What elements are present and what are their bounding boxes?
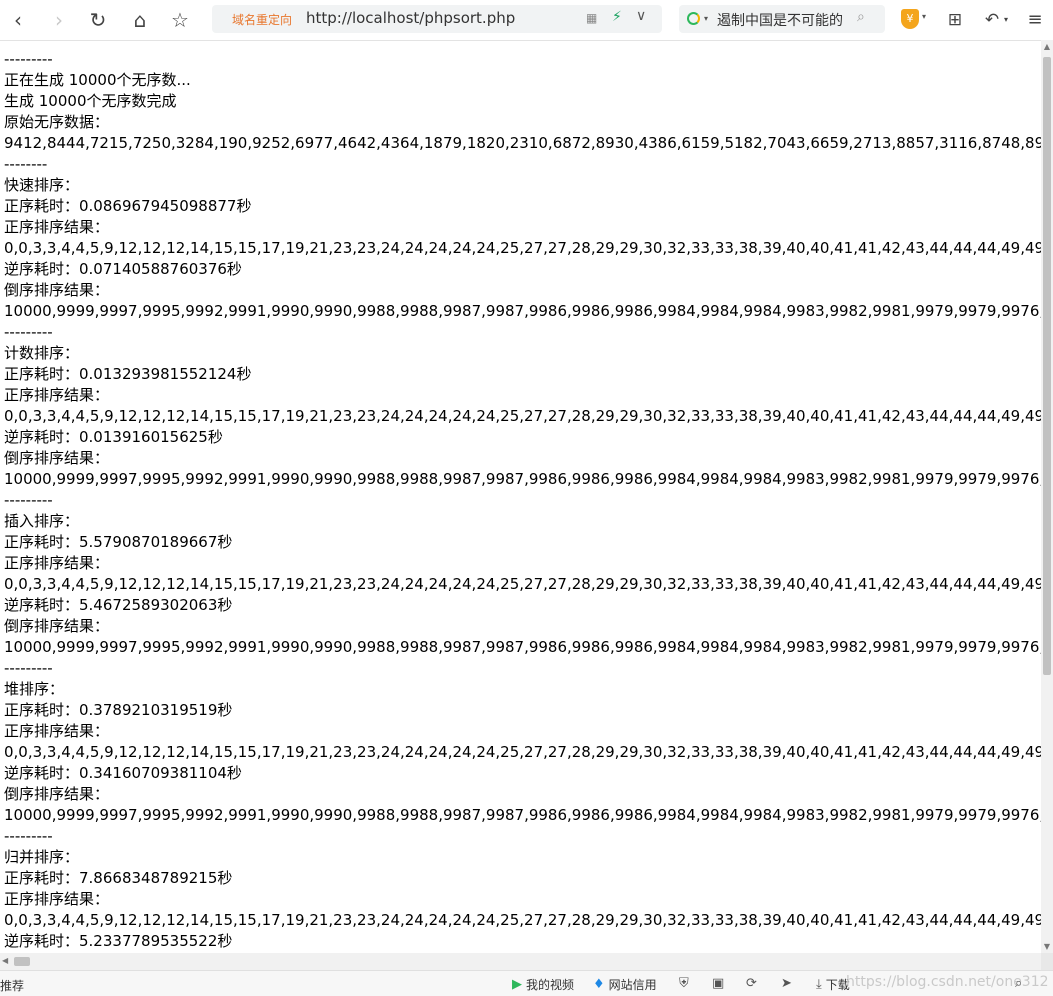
download-icon: ⤓: [816, 977, 822, 992]
magnifier-icon: ⌕: [1015, 976, 1023, 991]
search-input[interactable]: 遏制中国是不可能的: [717, 10, 843, 30]
forward-icon[interactable]: ›: [47, 8, 71, 32]
output-line: 正序排序结果：: [4, 386, 110, 404]
shield-button[interactable]: ⛨: [679, 976, 689, 991]
output-line: 正序耗时：5.5790870189667秒: [4, 533, 233, 551]
my-video-label: 我的视频: [526, 978, 575, 992]
output-line: 正序耗时：7.8668348789215秒: [4, 869, 233, 887]
sync-button[interactable]: ⟳: [746, 976, 757, 991]
output-line: 正序耗时：0.086967945098877秒: [4, 197, 252, 215]
address-bar[interactable]: 域名重定向 http://localhost/phpsort.php ▦ ⚡ ∨: [212, 5, 662, 33]
output-line: 倒序排序结果：: [4, 449, 110, 467]
output-line: 插入排序：: [4, 512, 80, 530]
image-icon: ▣: [712, 976, 725, 991]
search-icon[interactable]: ⌕: [857, 9, 865, 25]
wallet-icon[interactable]: ¥: [901, 9, 919, 29]
water-drop-icon: ♦: [593, 977, 605, 992]
site-credit-button[interactable]: ♦ 网站信用: [593, 976, 657, 993]
video-icon: ▶: [512, 977, 522, 992]
output-line: 0,0,3,3,4,4,5,9,12,12,12,14,15,15,17,19,…: [4, 911, 1041, 929]
reload-icon[interactable]: ↻: [86, 8, 110, 32]
scrollbar-corner: [1041, 953, 1053, 970]
output-line: ---------: [4, 50, 53, 68]
chevron-down-icon[interactable]: ∨: [636, 8, 646, 24]
zoom-button[interactable]: ⌕: [1015, 976, 1022, 991]
output-line: 正序排序结果：: [4, 218, 110, 236]
back-icon[interactable]: ‹: [6, 8, 30, 32]
wallet-dropdown-icon[interactable]: ▾: [922, 12, 926, 21]
page-content: --------- 正在生成 10000个无序数... 生成 10000个无序数完成…: [4, 49, 1041, 952]
menu-icon[interactable]: ≡: [1023, 8, 1047, 32]
rocket-icon: ➤: [781, 976, 792, 991]
redirect-tag: 域名重定向: [232, 13, 293, 27]
output-line: 10000,9999,9997,9995,9992,9991,9990,9990…: [4, 638, 1041, 656]
qr-code-icon[interactable]: ▦: [586, 11, 597, 25]
output-line: 10000,9999,9997,9995,9992,9991,9990,9990…: [4, 302, 1041, 320]
browser-toolbar: ‹ › ↻ ⌂ ☆ 域名重定向 http://localhost/phpsort…: [0, 0, 1053, 41]
output-line: 正序排序结果：: [4, 554, 110, 572]
output-line: 逆序耗时：0.07140588760376秒: [4, 260, 242, 278]
url-text[interactable]: http://localhost/phpsort.php: [306, 9, 515, 27]
output-line: 原始无序数据：: [4, 113, 110, 131]
output-line: 0,0,3,3,4,4,5,9,12,12,12,14,15,15,17,19,…: [4, 239, 1041, 257]
output-line: 计数排序：: [4, 344, 80, 362]
apps-grid-icon[interactable]: ⊞: [943, 8, 967, 32]
output-line: 快速排序：: [4, 176, 80, 194]
output-line: 正序耗时：0.013293981552124秒: [4, 365, 252, 383]
output-line: 10000,9999,9997,9995,9992,9991,9990,9990…: [4, 806, 1041, 824]
site-credit-label: 网站信用: [608, 978, 657, 992]
shield-icon: ⛨: [679, 976, 689, 991]
output-line: 正序排序结果：: [4, 722, 110, 740]
search-engine-dropdown-icon[interactable]: ▾: [704, 14, 708, 23]
output-line: ---------: [4, 323, 53, 341]
undo-dropdown-icon[interactable]: ▾: [1001, 8, 1011, 32]
output-line: 0,0,3,3,4,4,5,9,12,12,12,14,15,15,17,19,…: [4, 743, 1041, 761]
output-line: 生成 10000个无序数完成: [4, 92, 177, 110]
output-line: 9412,8444,7215,7250,3284,190,9252,6977,4…: [4, 134, 1041, 152]
output-line: 10000,9999,9997,9995,9992,9991,9990,9990…: [4, 470, 1041, 488]
output-line: --------: [4, 155, 48, 173]
search-engine-icon[interactable]: [687, 12, 700, 25]
output-line: 归并排序：: [4, 848, 80, 866]
output-line: 逆序耗时：5.2337789535522秒: [4, 932, 233, 950]
output-line: 正在生成 10000个无序数...: [4, 71, 191, 89]
sync-icon: ⟳: [746, 976, 757, 991]
lightning-icon[interactable]: ⚡: [612, 9, 622, 25]
output-line: ---------: [4, 659, 53, 677]
home-icon[interactable]: ⌂: [128, 8, 152, 32]
search-box[interactable]: ▾ 遏制中国是不可能的 ⌕: [679, 5, 885, 33]
output-line: ---------: [4, 827, 53, 845]
horizontal-scroll-thumb[interactable]: [14, 957, 30, 966]
image-button[interactable]: ▣: [712, 976, 724, 991]
output-line: 倒序排序结果：: [4, 617, 110, 635]
vertical-scroll-thumb[interactable]: [1043, 57, 1051, 675]
scroll-down-icon[interactable]: ▼: [1041, 942, 1053, 951]
output-line: 逆序耗时：0.34160709381104秒: [4, 764, 242, 782]
rocket-button[interactable]: ➤: [781, 976, 792, 991]
download-button[interactable]: ⤓ 下载: [816, 976, 850, 993]
output-line: 0,0,3,3,4,4,5,9,12,12,12,14,15,15,17,19,…: [4, 575, 1041, 593]
scroll-left-icon[interactable]: ◀: [2, 956, 8, 965]
horizontal-scrollbar[interactable]: ◀: [0, 953, 1041, 970]
output-line: 正序耗时：0.3789210319519秒: [4, 701, 233, 719]
output-line: 倒序排序结果：: [4, 785, 110, 803]
output-line: 逆序耗时：5.4672589302063秒: [4, 596, 233, 614]
scroll-up-icon[interactable]: ▲: [1041, 42, 1053, 51]
status-bar: 推荐 ▶ 我的视频 ♦ 网站信用 ⛨ ▣ ⟳ ➤ ⤓ 下载 https://bl…: [0, 970, 1053, 996]
vertical-scrollbar[interactable]: ▲ ▼: [1041, 40, 1053, 953]
output-line: 堆排序：: [4, 680, 65, 698]
output-line: 正序排序结果：: [4, 890, 110, 908]
bookmark-star-icon[interactable]: ☆: [168, 8, 192, 32]
output-line: ---------: [4, 491, 53, 509]
output-line: 0,0,3,3,4,4,5,9,12,12,12,14,15,15,17,19,…: [4, 407, 1041, 425]
output-line: 逆序耗时：0.013916015625秒: [4, 428, 223, 446]
recommend-label[interactable]: 推荐: [0, 977, 24, 994]
my-video-button[interactable]: ▶ 我的视频: [512, 976, 574, 993]
output-line: 倒序排序结果：: [4, 281, 110, 299]
